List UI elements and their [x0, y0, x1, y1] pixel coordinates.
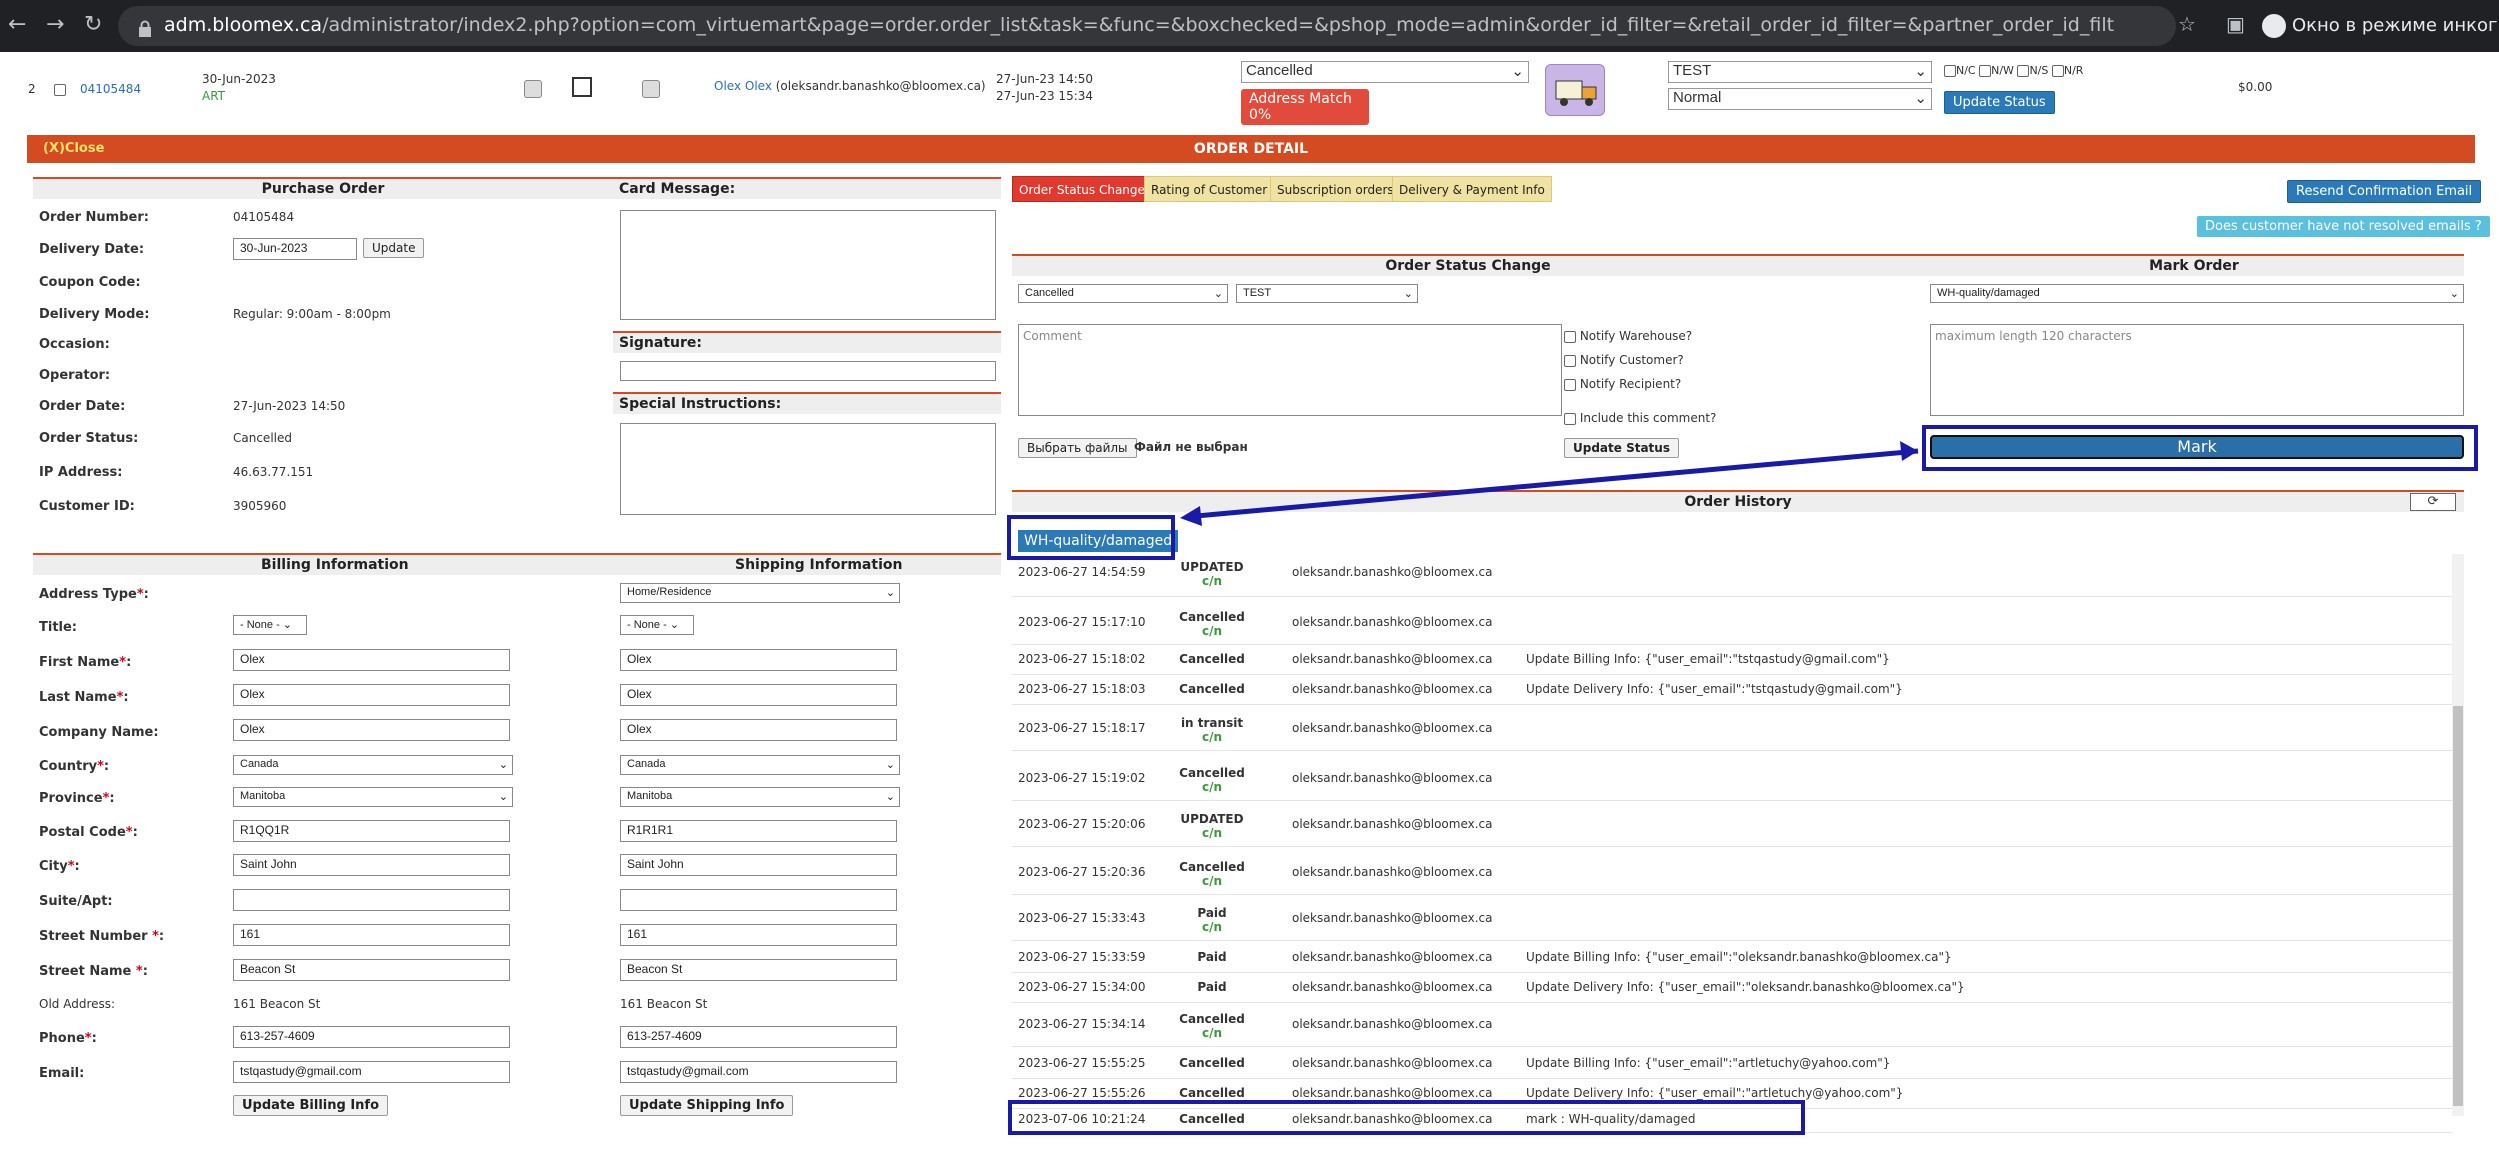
annotation-arrow: [1180, 441, 1919, 526]
